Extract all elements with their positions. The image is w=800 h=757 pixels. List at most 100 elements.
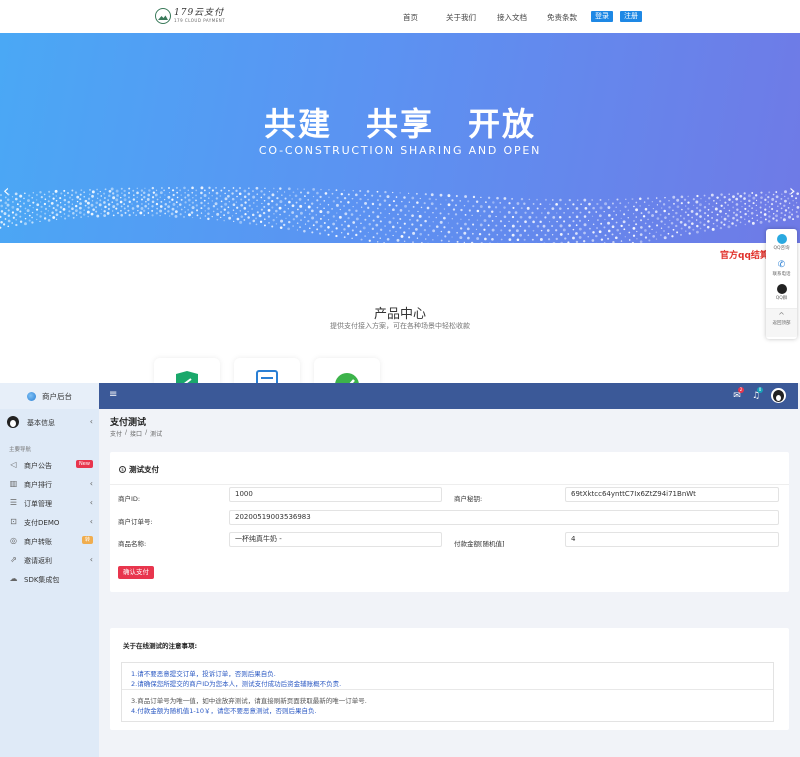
banner-subtitle: CO-CONSTRUCTION SHARING AND OPEN [258, 144, 542, 157]
notes-card: 关于在线测试的注意事项: 1.请不要恶意提交订单，投诉订单，否则后果自负. 2.… [110, 628, 789, 730]
qq-consult-label: QQ咨询 [773, 246, 790, 251]
sidebar-header[interactable]: 商户后台 [0, 383, 99, 409]
banner-next-icon[interactable]: › [789, 183, 795, 199]
breadcrumb-api[interactable]: 接口 [130, 429, 142, 438]
sidebar-item-label: 邀请返利 [24, 557, 52, 565]
note-line: 3.商品订单号为唯一值，如中途放弃测试，请直接刷新页面获取最新的唯一订单号. [131, 697, 367, 705]
chevron-left-icon: ‹ [89, 555, 93, 564]
product-name-label: 商品名称: [118, 540, 147, 548]
breadcrumb-sep: / [125, 429, 128, 436]
bell-count-badge: 0 [757, 387, 763, 393]
chevron-left-icon: ‹ [89, 517, 93, 526]
sidebar-item-label: 支付DEMO [24, 519, 60, 527]
chevron-left-icon: ‹ [89, 498, 93, 507]
page-title: 支付测试 [110, 418, 147, 428]
sidebar-item-ranking[interactable]: ▥ 商户排行 ‹ [0, 475, 99, 493]
confirm-payment-button[interactable]: 确认支付 [118, 566, 154, 579]
notes-box: 1.请不要恶意提交订单，投诉订单，否则后果自负. 2.请确保您所提交的商户ID为… [121, 662, 774, 722]
mail-count-badge: 2 [738, 387, 744, 393]
user-avatar [7, 416, 19, 428]
speaker-icon: ◁ [10, 460, 17, 469]
qq-group-item[interactable]: QQ群 [766, 284, 797, 301]
qq-icon [776, 234, 787, 244]
list-icon: ☰ [9, 498, 18, 507]
login-button[interactable]: 登录 [591, 11, 613, 22]
note-line: 4.付款金额为随机值1-10￥，请您不要恶意测试，否则后果自负. [131, 707, 317, 715]
banner-prev-icon[interactable]: ‹ [3, 183, 9, 199]
sidebar-user[interactable]: 基本信息 ‹ [0, 411, 99, 433]
sidebar: 商户后台 基本信息 ‹ 主要导航 ◁ 商户公告 New ▥ 商户排行 ‹ ☰ 订… [0, 383, 99, 757]
merchant-id-label: 商户ID: [118, 495, 141, 503]
transfer-icon: ◎ [10, 536, 17, 545]
logo-mountain-icon [155, 8, 171, 24]
sidebar-section-label: 主要导航 [9, 447, 32, 453]
bar-chart-icon: ▥ [9, 479, 18, 488]
sidebar-item-orders[interactable]: ☰ 订单管理 ‹ [0, 494, 99, 512]
nav-terms[interactable]: 免责条款 [547, 12, 577, 23]
amount-input[interactable]: 4 [565, 532, 779, 547]
product-name-input[interactable]: 一杯纯真牛奶 - [229, 532, 442, 547]
sidebar-item-pay-demo[interactable]: ⊡ 支付DEMO ‹ [0, 513, 99, 531]
sidebar-item-label: 商户转账 [24, 538, 52, 546]
test-payment-card: $ 测试支付 商户ID: 1000 商户秘钥: 69tXktcc64ynttC7… [110, 452, 789, 592]
breadcrumb: 支付 / 接口 / 测试 [110, 429, 162, 438]
sidebar-item-transfer[interactable]: ◎ 商户转账 转 [0, 532, 99, 550]
share-icon: ⇗ [10, 555, 17, 564]
globe-icon [27, 391, 36, 401]
note-line: 1.请不要恶意提交订单，投诉订单，否则后果自负. [131, 670, 276, 678]
site-header: 179云支付 179 CLOUD PAYMENT 首页 关于我们 接入文档 免责… [0, 0, 800, 33]
nav-home[interactable]: 首页 [403, 12, 418, 23]
divider [110, 484, 789, 485]
new-badge: New [76, 460, 93, 468]
logo-text-cn: 179云支付 [174, 8, 225, 18]
admin-topbar: ≡ ✉ 2 ♫ 0 [99, 383, 798, 409]
merchant-key-label: 商户秘钥: [454, 495, 483, 503]
code-icon: ⊡ [10, 517, 17, 526]
sidebar-item-announcements[interactable]: ◁ 商户公告 New [0, 456, 99, 474]
product-center-subtitle: 提供支付接入方案，可在各种场景中轻松收款 [330, 322, 470, 330]
note-line: 2.请确保您所提交的商户ID为您本人，测试支付成功后资金辅账概不负责. [131, 680, 342, 688]
menu-toggle-icon[interactable]: ≡ [109, 390, 117, 400]
register-button[interactable]: 注册 [620, 11, 642, 22]
cloud-download-icon: ☁ [9, 574, 18, 583]
qq-group-label: QQ群 [775, 296, 788, 301]
sidebar-item-label: SDK集成包 [24, 576, 60, 584]
breadcrumb-sep: / [145, 429, 148, 436]
qq-consult-item[interactable]: QQ咨询 [766, 234, 797, 251]
breadcrumb-pay[interactable]: 支付 [110, 429, 122, 438]
chevron-left-icon: ‹ [89, 417, 93, 426]
logo-text-en: 179 CLOUD PAYMENT [174, 18, 226, 23]
product-center-title: 产品中心 [373, 307, 426, 322]
hero-banner: 共建 共享 开放 CO-CONSTRUCTION SHARING AND OPE… [0, 33, 800, 243]
info-circle-icon: $ [119, 466, 126, 473]
user-info-label: 基本信息 [27, 419, 55, 427]
order-no-label: 商户订单号: [118, 518, 153, 526]
sidebar-item-sdk[interactable]: ☁ SDK集成包 [0, 570, 99, 588]
merchant-id-input[interactable]: 1000 [229, 487, 442, 502]
chevron-left-icon: ‹ [89, 479, 93, 488]
phone-label: 联系电话 [772, 272, 791, 277]
sidebar-item-label: 订单管理 [24, 500, 52, 508]
phone-item[interactable]: ✆ 联系电话 [766, 260, 797, 277]
sidebar-item-label: 商户排行 [24, 481, 52, 489]
site-logo[interactable]: 179云支付 179 CLOUD PAYMENT [155, 8, 225, 24]
test-payment-title-text: 测试支付 [129, 465, 159, 474]
qq-settlement-text[interactable]: 官方qq结算 [720, 248, 769, 261]
divider [122, 689, 773, 690]
breadcrumb-test: 测试 [150, 431, 163, 438]
topbar-avatar[interactable] [771, 388, 786, 403]
merchant-key-input[interactable]: 69tXktcc64ynttC7Ix6ZtZ94i71BnWt [565, 487, 779, 502]
nav-about[interactable]: 关于我们 [446, 12, 476, 23]
test-payment-title: $ 测试支付 [119, 464, 159, 475]
banner-title: 共建 共享 开放 [263, 105, 536, 143]
order-no-input[interactable]: 20200519003536983 [229, 510, 779, 525]
sidebar-item-invite-rebate[interactable]: ⇗ 邀请返利 ‹ [0, 551, 99, 569]
merchant-admin: 商户后台 基本信息 ‹ 主要导航 ◁ 商户公告 New ▥ 商户排行 ‹ ☰ 订… [0, 383, 800, 757]
qq-penguin-icon [776, 284, 787, 294]
notes-title: 关于在线测试的注意事项: [123, 642, 198, 650]
amount-label: 付款金额[随机值] [454, 540, 505, 548]
nav-docs[interactable]: 接入文档 [497, 12, 527, 23]
sidebar-item-label: 商户公告 [24, 462, 52, 470]
phone-icon: ✆ [776, 260, 787, 270]
sidebar-title: 商户后台 [42, 391, 72, 401]
